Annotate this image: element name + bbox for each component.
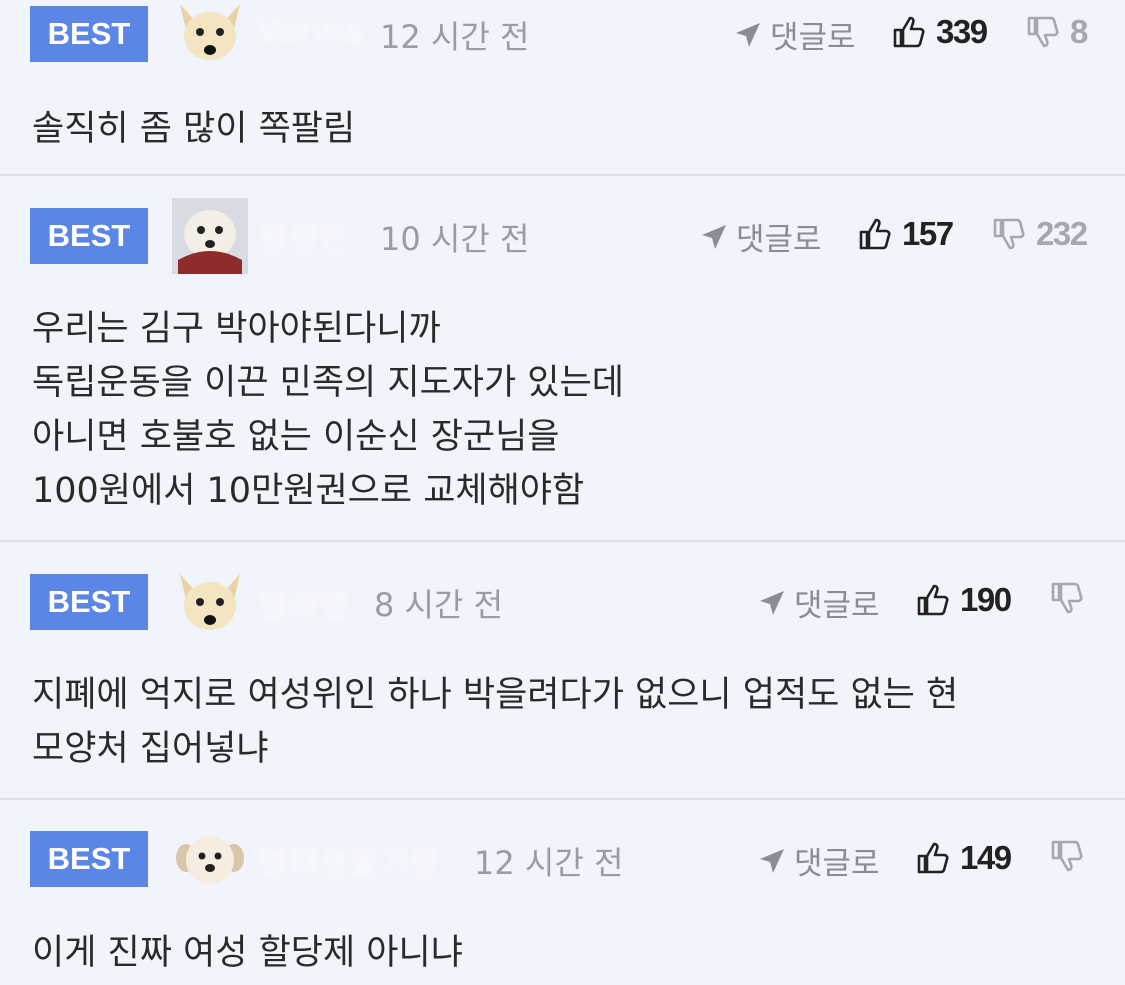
reply-label: 댓글로	[794, 846, 880, 882]
comment-time: 10 시간 전	[380, 220, 530, 258]
dislike-button[interactable]	[1050, 839, 1094, 873]
dislike-count: 232	[1036, 215, 1088, 252]
avatar[interactable]	[172, 564, 248, 640]
comment-time: 12 시간 전	[380, 18, 530, 56]
comment-time: 12 시간 전	[474, 844, 624, 882]
best-badge: BEST	[30, 208, 148, 264]
comment-item: BEST Vorina 12 시간 전 댓글로 339 8 솔직히 좀 많이 쪽…	[0, 0, 1125, 176]
comment-body: 이게 진짜 여성 할당제 아니냐	[32, 933, 463, 973]
reply-button[interactable]: 댓글로	[700, 214, 822, 259]
comment-item: BEST 발리엔 8 시간 전 댓글로 190 지폐에 억지로 여성위인 하나 …	[0, 542, 1125, 800]
avatar[interactable]	[172, 0, 248, 70]
thumbs-down-icon	[1050, 581, 1084, 615]
reply-button[interactable]: 댓글로	[734, 12, 856, 57]
best-badge: BEST	[30, 6, 148, 62]
nickname[interactable]: Vorina	[258, 12, 365, 50]
like-count: 339	[936, 13, 988, 50]
comment-body: 우리는 김구 박아야된다니까 독립운동을 이끈 민족의 지도자가 있는데 아니면…	[32, 309, 624, 511]
like-button[interactable]: 157	[858, 215, 954, 253]
comment-body: 솔직히 좀 많이 쪽팔림	[32, 109, 356, 149]
best-badge: BEST	[30, 831, 148, 887]
dog-avatar-icon	[176, 836, 244, 884]
avatar[interactable]	[172, 822, 248, 898]
like-count: 149	[960, 839, 1012, 876]
thumbs-up-icon	[916, 583, 950, 617]
dog-avatar-icon	[180, 4, 240, 60]
nickname[interactable]: 멀티생활기랑	[258, 838, 441, 884]
reply-label: 댓글로	[736, 222, 822, 258]
nickname[interactable]: 발리엔	[258, 580, 349, 626]
comment-item: BEST 멀티생활기랑 12 시간 전 댓글로 149 이게 진짜 여성 할당제…	[0, 800, 1125, 985]
dislike-button[interactable]: 8	[1026, 13, 1088, 51]
reply-label: 댓글로	[794, 588, 880, 624]
thumbs-down-icon	[992, 217, 1026, 251]
avatar[interactable]	[172, 198, 248, 274]
best-badge: BEST	[30, 574, 148, 630]
reply-arrow-icon	[734, 21, 762, 49]
like-button[interactable]: 339	[892, 13, 988, 51]
comment-time: 8 시간 전	[374, 586, 504, 624]
reply-button[interactable]: 댓글로	[758, 838, 880, 883]
thumbs-down-icon	[1026, 15, 1060, 49]
reply-button[interactable]: 댓글로	[758, 580, 880, 625]
like-count: 190	[960, 581, 1012, 618]
like-button[interactable]: 149	[916, 839, 1012, 877]
dislike-button[interactable]: 232	[992, 215, 1088, 253]
comment-item: BEST 원정인 10 시간 전 댓글로 157 232 우리는 김구 박아야된…	[0, 176, 1125, 542]
like-button[interactable]: 190	[916, 581, 1012, 619]
reply-arrow-icon	[758, 847, 786, 875]
thumbs-up-icon	[916, 841, 950, 875]
dislike-count: 8	[1070, 13, 1088, 50]
comment-body: 지폐에 억지로 여성위인 하나 박을려다가 없으니 업적도 없는 현 모양처 집…	[32, 675, 959, 769]
nickname[interactable]: 원정인	[258, 214, 349, 260]
dislike-button[interactable]	[1050, 581, 1094, 615]
like-count: 157	[902, 215, 954, 252]
reply-arrow-icon	[700, 223, 728, 251]
thumbs-up-icon	[858, 217, 892, 251]
thumbs-up-icon	[892, 15, 926, 49]
thumbs-down-icon	[1050, 839, 1084, 873]
reply-arrow-icon	[758, 589, 786, 617]
dog-avatar-icon	[172, 198, 248, 274]
reply-label: 댓글로	[770, 20, 856, 56]
dog-avatar-icon	[180, 574, 240, 630]
